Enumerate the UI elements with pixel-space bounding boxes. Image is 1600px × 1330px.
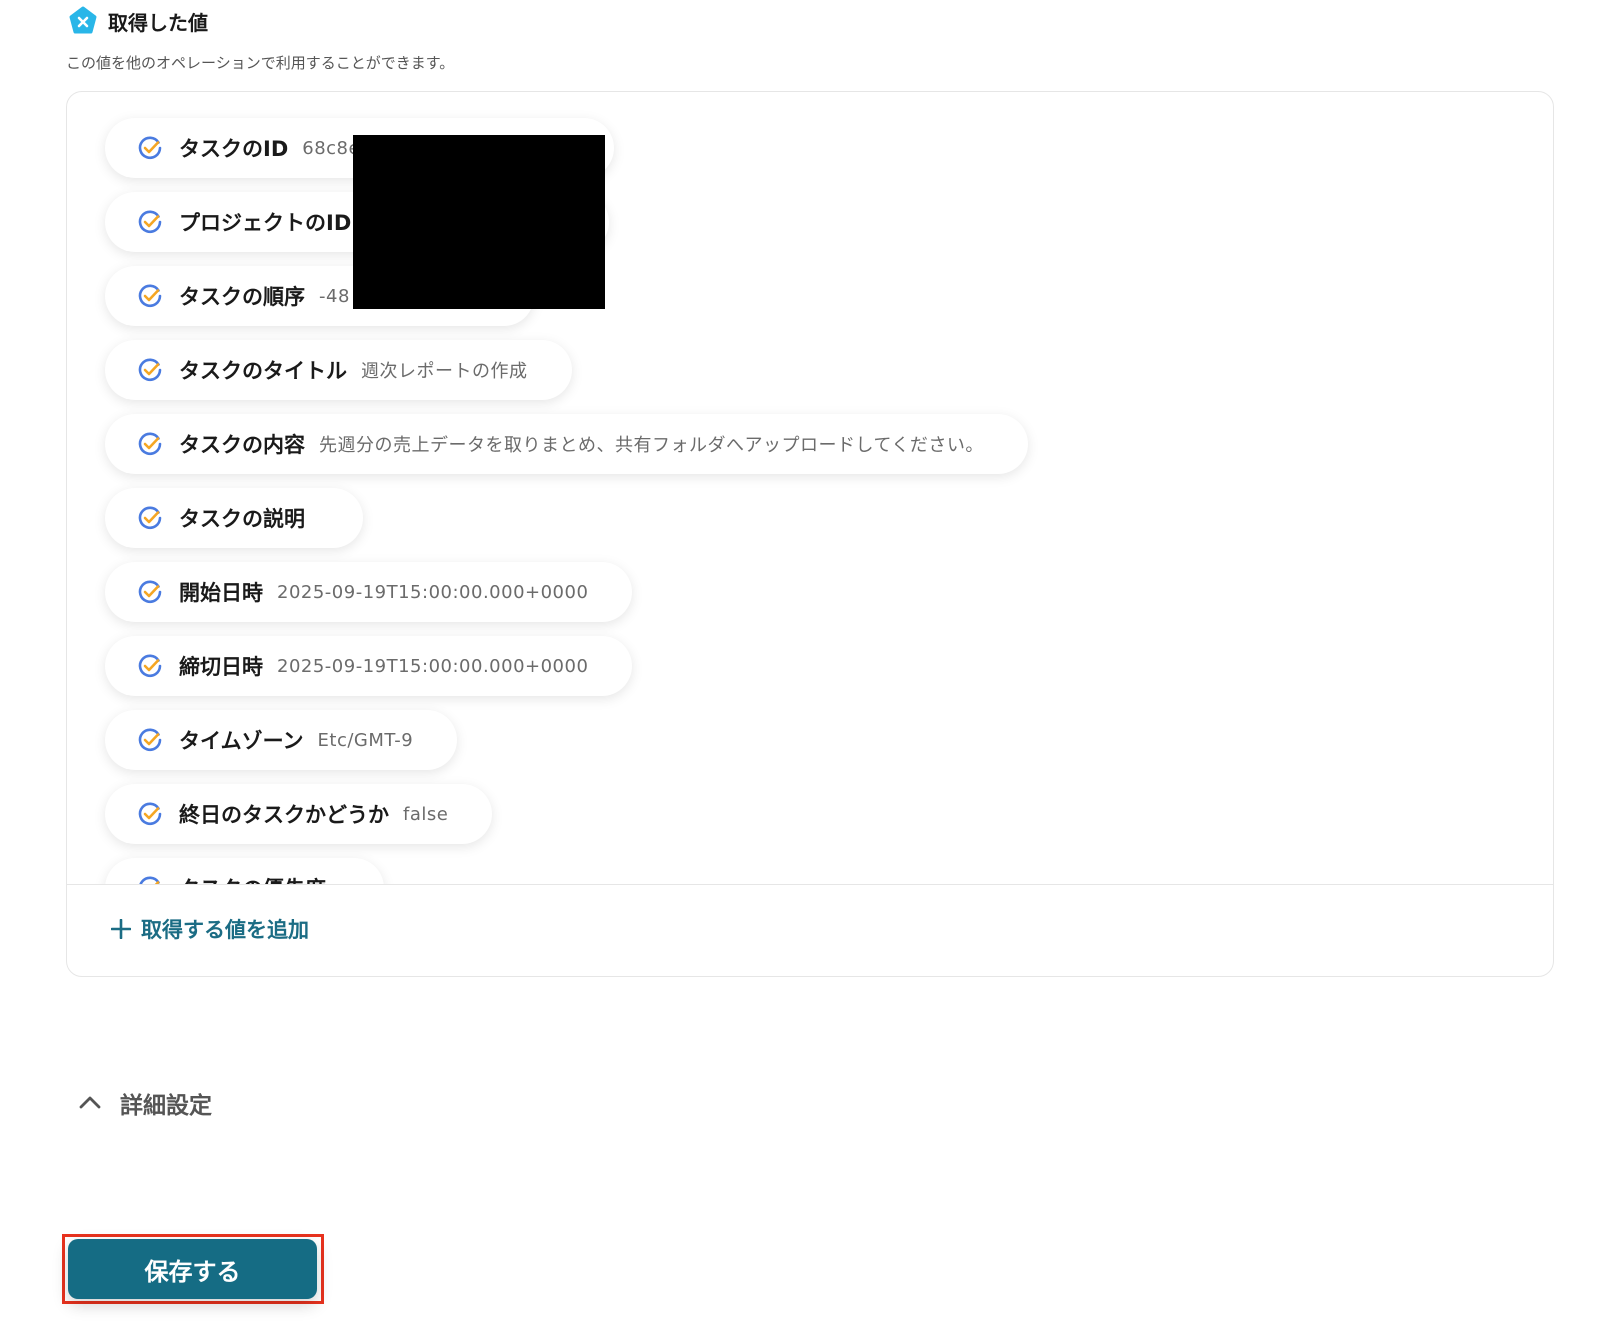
check-circle-icon bbox=[138, 802, 162, 826]
panel-divider bbox=[67, 884, 1553, 885]
value-chip-timezone[interactable]: タイムゾーン Etc/GMT-9 bbox=[105, 710, 458, 770]
plus-icon bbox=[111, 919, 131, 939]
value-list[interactable]: タスクのID 68c8e プロジェクトのID タスクの順序 -48 タスクのタイ… bbox=[67, 92, 1553, 884]
value-label: タスクのID bbox=[179, 137, 289, 161]
chevron-up-icon bbox=[79, 1096, 101, 1109]
check-circle-icon bbox=[139, 876, 160, 884]
value-label: 開始日時 bbox=[179, 581, 263, 605]
value-text: Etc/GMT-9 bbox=[317, 729, 414, 751]
add-value-label: 取得する値を追加 bbox=[141, 918, 309, 942]
check-circle-icon bbox=[138, 432, 162, 456]
value-label: タスクの説明 bbox=[179, 507, 305, 531]
value-text: -48 bbox=[319, 285, 350, 307]
value-chip-start-datetime[interactable]: 開始日時 2025-09-19T15:00:00.000+0000 bbox=[105, 562, 633, 622]
check-circle-icon bbox=[138, 580, 162, 604]
check-circle-icon bbox=[138, 358, 162, 382]
value-label: タスクの優先度 bbox=[179, 873, 326, 884]
value-text: false bbox=[403, 803, 449, 825]
check-circle-icon bbox=[138, 728, 162, 752]
check-circle-icon bbox=[138, 284, 162, 308]
value-chip-task-description[interactable]: タスクの説明 bbox=[105, 488, 363, 548]
value-chip-task-priority[interactable]: タスクの優先度 bbox=[105, 858, 384, 884]
check-circle-icon bbox=[138, 654, 162, 678]
section-description: この値を他のオペレーションで利用することができます。 bbox=[66, 54, 455, 72]
value-label: タスクのタイトル bbox=[179, 359, 347, 383]
value-chip-due-datetime[interactable]: 締切日時 2025-09-19T15:00:00.000+0000 bbox=[105, 636, 633, 696]
value-text: 週次レポートの作成 bbox=[361, 361, 528, 382]
check-circle-icon bbox=[138, 210, 162, 234]
value-label: 終日のタスクかどうか bbox=[179, 803, 389, 827]
value-text: 先週分の売上データを取りまとめ、共有フォルダへアップロードしてください。 bbox=[319, 435, 984, 456]
value-label: タイムゾーン bbox=[179, 729, 304, 753]
value-label: タスクの順序 bbox=[179, 285, 305, 309]
page: 取得した値 この値を他のオペレーションで利用することができます。 タスクのID … bbox=[0, 0, 1600, 1330]
value-text: 68c8e bbox=[302, 137, 361, 159]
value-text: 2025-09-19T15:00:00.000+0000 bbox=[277, 581, 589, 603]
value-chip-task-title[interactable]: タスクのタイトル 週次レポートの作成 bbox=[105, 340, 572, 400]
check-circle-icon bbox=[138, 506, 162, 530]
value-label: タスクの内容 bbox=[179, 433, 305, 457]
save-button[interactable]: 保存する bbox=[68, 1239, 317, 1299]
advanced-settings-label: 詳細設定 bbox=[120, 1093, 212, 1119]
section-title: 取得した値 bbox=[108, 10, 208, 35]
value-label: 締切日時 bbox=[179, 655, 263, 679]
advanced-settings-toggle[interactable]: 詳細設定 bbox=[78, 1086, 212, 1120]
section-header: 取得した値 bbox=[68, 6, 208, 36]
value-label: プロジェクトのID bbox=[179, 211, 352, 235]
value-chip-all-day[interactable]: 終日のタスクかどうか false bbox=[105, 784, 493, 844]
retrieved-values-panel: タスクのID 68c8e プロジェクトのID タスクの順序 -48 タスクのタイ… bbox=[66, 91, 1554, 977]
redaction-box bbox=[353, 135, 605, 309]
check-circle-icon bbox=[138, 136, 162, 160]
close-badge-icon bbox=[69, 6, 97, 34]
add-value-button[interactable]: 取得する値を追加 bbox=[111, 914, 309, 944]
value-text: 2025-09-19T15:00:00.000+0000 bbox=[277, 655, 589, 677]
value-chip-task-content[interactable]: タスクの内容 先週分の売上データを取りまとめ、共有フォルダへアップロードしてくだ… bbox=[105, 414, 1028, 474]
